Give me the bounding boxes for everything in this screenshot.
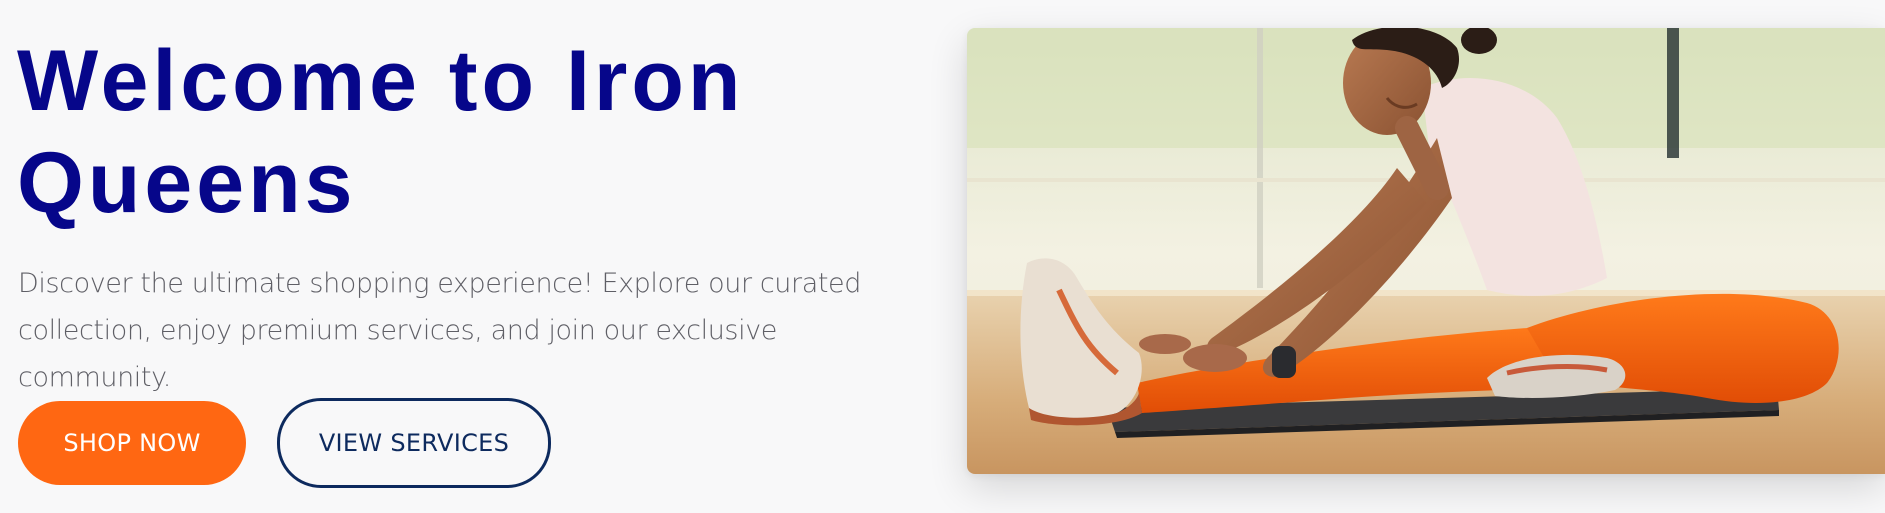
hero-image-illustration [967,28,1885,474]
hero-title-line-2: Queens [17,135,357,231]
hero-section: Welcome to Iron Queens Discover the ulti… [0,0,1885,513]
hero-description-line-2: collection, enjoy premium services, and … [18,315,777,393]
hero-title: Welcome to Iron Queens [17,30,917,234]
hero-image [967,28,1885,474]
hero-title-line-1: Welcome to Iron [17,33,745,129]
view-services-button[interactable]: VIEW SERVICES [277,398,551,488]
hero-description: Discover the ultimate shopping experienc… [18,260,938,401]
hero-description-line-1: Discover the ultimate shopping experienc… [18,268,861,299]
shop-now-button[interactable]: SHOP NOW [18,401,246,485]
